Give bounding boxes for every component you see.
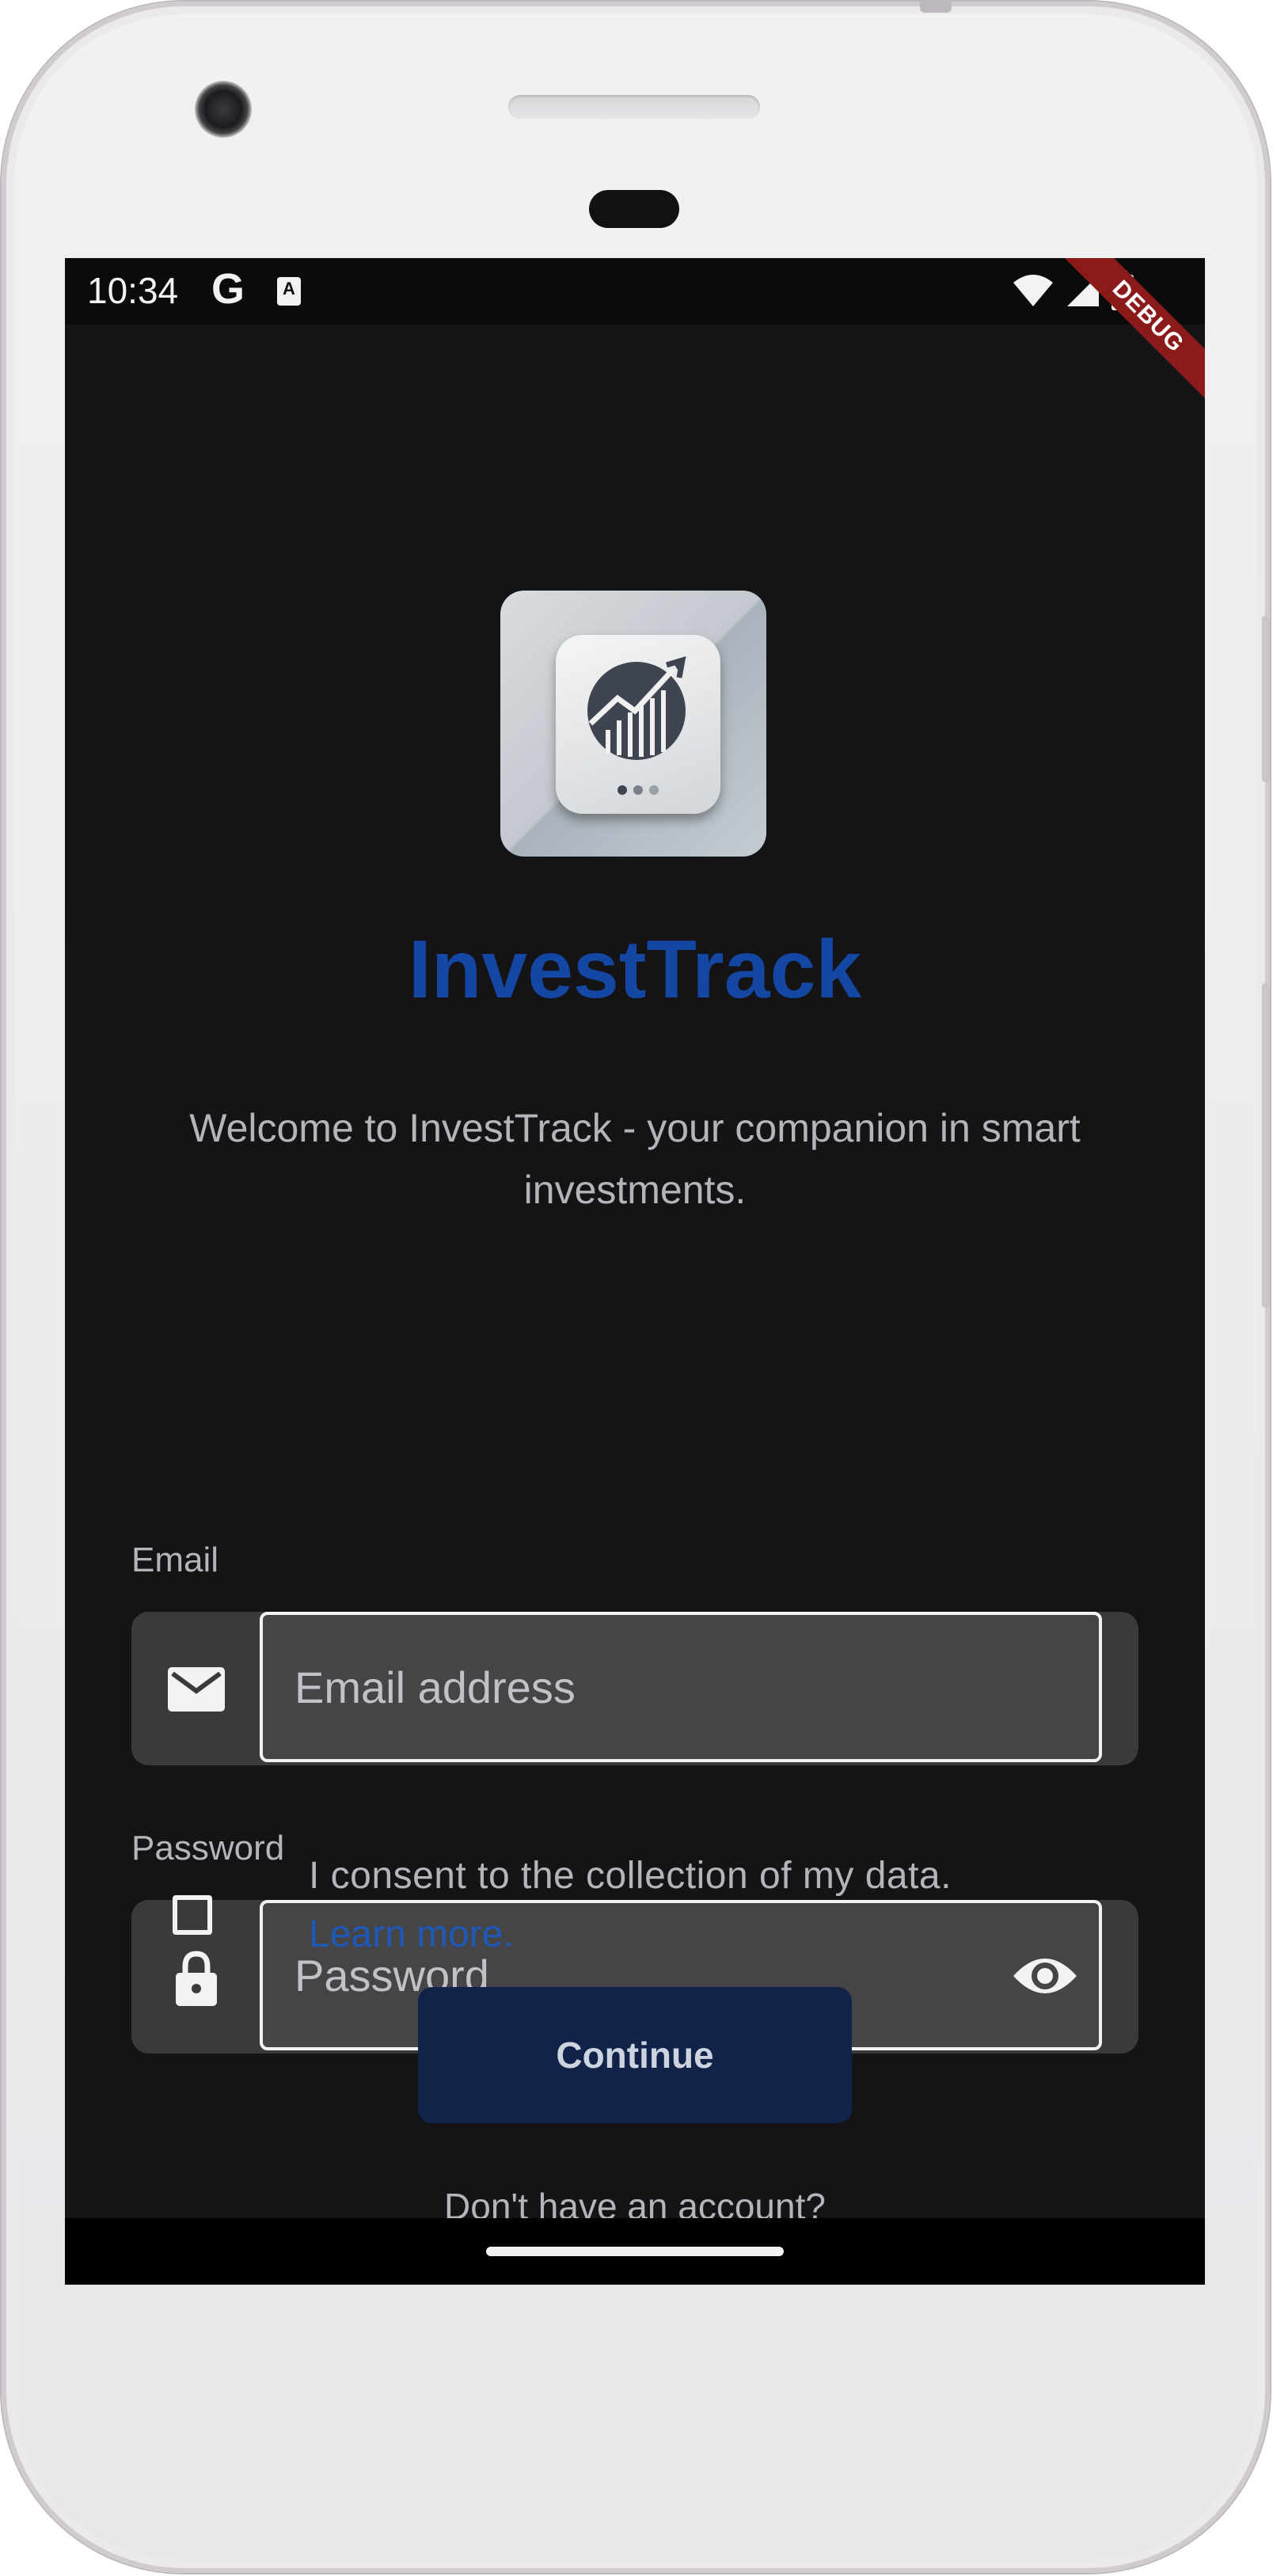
- front-camera: [195, 81, 252, 138]
- lock-icon: [176, 1951, 217, 2006]
- email-input[interactable]: [260, 1612, 1102, 1762]
- email-field: [131, 1612, 1138, 1765]
- app-title: InvestTrack: [408, 924, 862, 1016]
- mail-icon: [168, 1667, 225, 1712]
- speaker-grille: [508, 95, 760, 119]
- password-label: Password: [131, 1829, 285, 1867]
- home-indicator[interactable]: [486, 2247, 784, 2256]
- consent-checkbox[interactable]: [173, 1895, 212, 1935]
- app-logo-tile: [556, 635, 720, 814]
- google-icon: G: [211, 265, 245, 313]
- volume-button: [1262, 616, 1270, 782]
- status-time: 10:34: [87, 270, 179, 311]
- phone-frame: 10:34 G A DEBUG InvestTrack Welcome to I…: [2, 2, 1270, 2573]
- app-logo: [500, 591, 766, 857]
- app-screen: 10:34 G A DEBUG InvestTrack Welcome to I…: [65, 258, 1205, 2285]
- earpiece: [589, 190, 679, 228]
- eye-icon[interactable]: [1012, 1946, 1078, 2006]
- wifi-icon: [1013, 275, 1053, 306]
- accessibility-icon: A: [277, 277, 301, 306]
- status-bar: 10:34 G A: [65, 258, 1205, 325]
- welcome-message: Welcome to InvestTrack - your companion …: [189, 1106, 1081, 1212]
- power-nub: [920, 2, 952, 13]
- consent-text: I consent to the collection of my data.: [309, 1855, 952, 1897]
- learn-more-link[interactable]: Learn more.: [309, 1913, 514, 1956]
- email-label: Email: [131, 1541, 219, 1579]
- chart-icon: [587, 656, 686, 795]
- side-button: [1262, 983, 1270, 1308]
- continue-button[interactable]: Continue: [418, 1987, 852, 2123]
- navigation-bar: [65, 2218, 1205, 2285]
